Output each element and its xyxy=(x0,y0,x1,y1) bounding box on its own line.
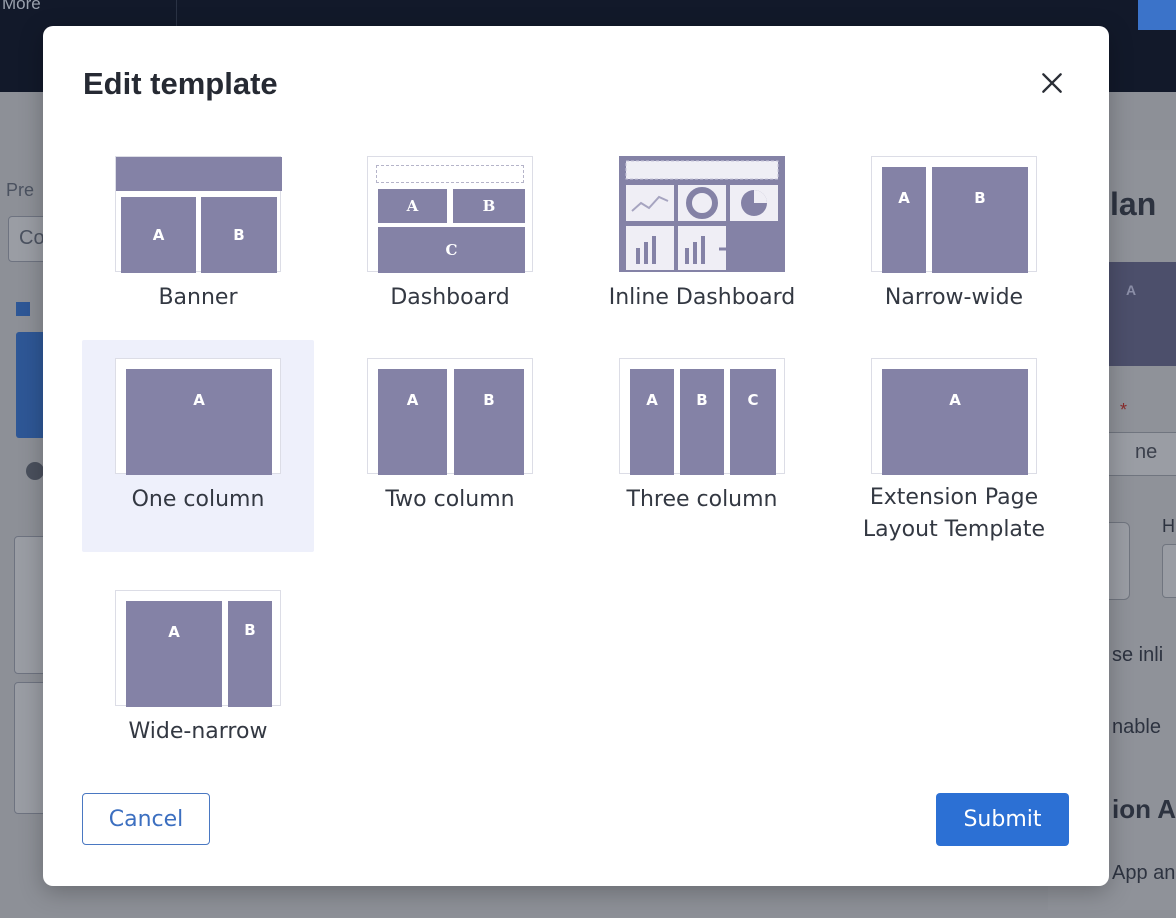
template-label: Inline Dashboard xyxy=(608,285,796,310)
narrow-wide-block-b: B xyxy=(932,167,1028,273)
three-column-block-b: B xyxy=(680,369,724,475)
template-inline-dashboard[interactable]: Inline Dashboard xyxy=(586,156,818,314)
template-three-column[interactable]: A B C Three column xyxy=(586,358,818,516)
template-dashboard[interactable]: A B C Dashboard xyxy=(334,156,566,314)
inline-dashboard-graphic xyxy=(625,160,779,270)
banner-block-b: B xyxy=(201,197,277,273)
dashboard-header-placeholder xyxy=(376,165,524,183)
template-wide-narrow[interactable]: A B Wide-narrow xyxy=(82,590,314,748)
submit-button[interactable]: Submit xyxy=(936,793,1069,846)
narrow-wide-thumbnail: A B xyxy=(871,156,1037,273)
bg-right-heading: lan xyxy=(1110,186,1157,222)
three-column-thumbnail: A B C xyxy=(619,358,785,475)
banner-header-block xyxy=(116,157,282,191)
dialog-title: Edit template xyxy=(83,66,278,101)
close-button[interactable] xyxy=(1035,66,1069,100)
template-label-line2: Layout Template xyxy=(862,517,1046,542)
close-icon xyxy=(1042,73,1062,93)
bg-right-label-h: H xyxy=(1162,516,1175,536)
template-label: Banner xyxy=(158,285,238,310)
two-column-block-b: B xyxy=(454,369,524,475)
topbar-action-button[interactable] xyxy=(1138,0,1176,30)
wide-narrow-thumbnail: A B xyxy=(115,590,281,707)
template-banner[interactable]: A B Banner xyxy=(82,156,314,314)
template-extension-page-layout[interactable]: A Extension Page Layout Template xyxy=(838,358,1070,546)
bg-left-card xyxy=(16,332,46,438)
template-label: Two column xyxy=(385,487,515,512)
bg-right-box-2 xyxy=(1162,544,1176,598)
edit-template-dialog: Edit template A B Banner A B C Dashboard xyxy=(43,26,1109,886)
bg-left-checkbox xyxy=(16,302,30,316)
two-column-thumbnail: A B xyxy=(367,358,533,475)
two-column-block-a: A xyxy=(378,369,447,475)
dashboard-thumbnail: A B C xyxy=(367,156,533,273)
bg-right-text-3: ion A xyxy=(1112,794,1176,824)
bg-left-select-text: Co xyxy=(19,227,45,249)
one-column-thumbnail: A xyxy=(115,358,281,475)
template-label: Three column xyxy=(626,487,778,512)
template-two-column[interactable]: A B Two column xyxy=(334,358,566,516)
dashboard-block-c: C xyxy=(378,227,525,273)
template-label-line1: Extension Page xyxy=(869,485,1039,510)
template-label: Narrow-wide xyxy=(884,285,1024,310)
cancel-button[interactable]: Cancel xyxy=(82,793,210,845)
one-column-block-a: A xyxy=(126,369,272,475)
banner-thumbnail: A B xyxy=(115,156,282,273)
bg-right-card-label: A xyxy=(1126,282,1137,298)
bg-left-label: Pre xyxy=(6,180,35,200)
bg-right-field-text: ne xyxy=(1135,441,1158,463)
bg-right-text-4: App an xyxy=(1112,862,1176,884)
dashboard-block-a: A xyxy=(378,189,447,223)
extension-page-block-a: A xyxy=(882,369,1028,475)
background-left-panel: Pre Co xyxy=(0,150,50,850)
template-label: Dashboard xyxy=(390,285,510,310)
template-narrow-wide[interactable]: A B Narrow-wide xyxy=(838,156,1070,314)
template-label: Wide-narrow xyxy=(128,719,268,744)
inline-dashboard-thumbnail xyxy=(619,156,785,272)
more-menu[interactable]: More xyxy=(2,0,41,14)
bg-left-radio xyxy=(26,462,44,480)
bg-right-card: A xyxy=(1108,262,1176,366)
three-column-block-a: A xyxy=(630,369,674,475)
narrow-wide-block-a: A xyxy=(882,167,926,273)
topbar-divider xyxy=(176,0,177,28)
banner-block-a: A xyxy=(121,197,196,273)
extension-page-thumbnail: A xyxy=(871,358,1037,475)
bg-right-text-1: se inli xyxy=(1112,644,1164,666)
template-label: One column xyxy=(131,487,265,512)
dashboard-block-b: B xyxy=(453,189,525,223)
template-one-column[interactable]: A One column xyxy=(82,340,314,552)
bg-right-text-2: nable xyxy=(1112,716,1161,738)
bg-right-required: * xyxy=(1120,400,1128,420)
wide-narrow-block-b: B xyxy=(228,601,272,707)
three-column-block-c: C xyxy=(730,369,776,475)
wide-narrow-block-a: A xyxy=(126,601,222,707)
